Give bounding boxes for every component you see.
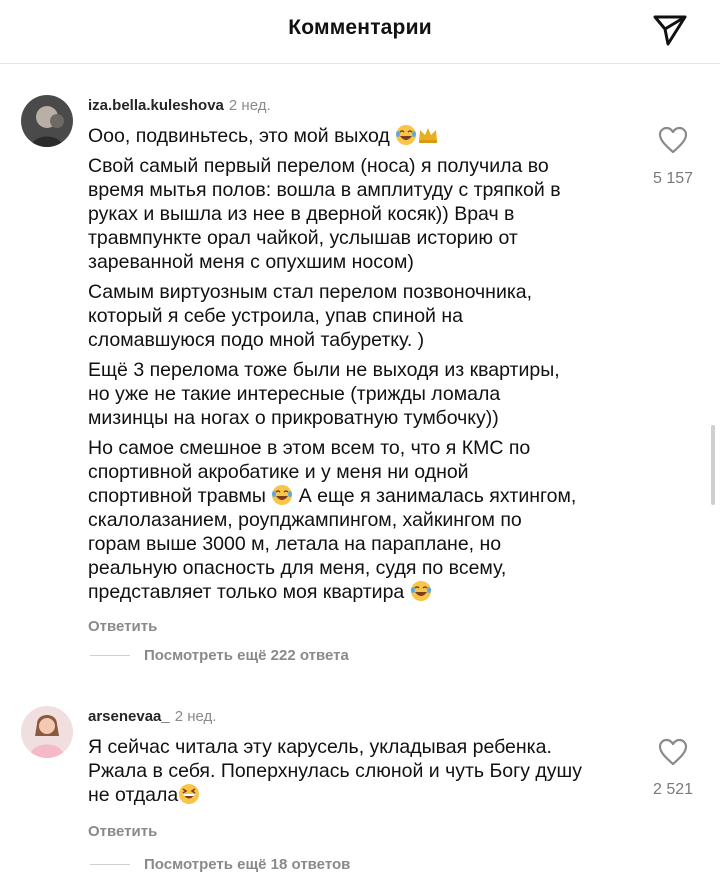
- view-more-replies-label: Посмотреть ещё 222 ответа: [144, 647, 349, 664]
- scrollbar[interactable]: [711, 425, 715, 505]
- comment-time: 2 нед.: [228, 97, 271, 114]
- reply-button[interactable]: Ответить: [88, 618, 633, 635]
- comment-paragraph: Свой самый первый перелом (носа) я получ…: [88, 155, 561, 273]
- comment-paragraph: Я сейчас читала эту карусель, укладывая …: [88, 736, 582, 806]
- view-more-replies-label: Посмотреть ещё 18 ответов: [144, 856, 351, 873]
- comment-paragraph: Ооо, подвиньтесь, это мой выход: [88, 124, 633, 148]
- replies-divider-line: [90, 655, 130, 656]
- comment-paragraph: Но самое смешное в этом всем то, что я К…: [88, 437, 577, 603]
- paper-plane-icon[interactable]: [650, 9, 690, 49]
- comment-meta: arsenevaa_ 2 нед.: [88, 707, 633, 727]
- comment-text: Ооо, подвиньтесь, это мой выход Свой сам…: [88, 124, 633, 604]
- comment-time: 2 нед.: [174, 708, 217, 725]
- view-more-replies-button[interactable]: Посмотреть ещё 18 ответов: [90, 856, 350, 873]
- comment-meta: iza.bella.kuleshova 2 нед.: [88, 96, 633, 116]
- reply-button[interactable]: Ответить: [88, 823, 633, 840]
- crown-emoji: [419, 128, 438, 143]
- avatar[interactable]: [21, 706, 73, 758]
- replies-divider-line: [90, 864, 130, 865]
- page-title: Комментарии: [288, 16, 432, 39]
- grinning-squinting-face-emoji: [179, 784, 200, 804]
- like-count: 5 157: [652, 170, 694, 187]
- username[interactable]: arsenevaa_: [88, 708, 170, 725]
- face-with-tears-of-joy-emoji: [272, 485, 293, 505]
- like-count: 2 521: [652, 781, 694, 798]
- heart-icon[interactable]: [658, 738, 688, 766]
- face-with-tears-of-joy-emoji: [396, 125, 417, 145]
- comment-paragraph: Ещё 3 перелома тоже были не выходя из кв…: [88, 359, 560, 429]
- username[interactable]: iza.bella.kuleshova: [88, 97, 224, 114]
- comment-body: arsenevaa_ 2 нед. Я сейчас читала эту кар…: [88, 707, 633, 840]
- heart-icon[interactable]: [658, 126, 688, 154]
- comment-paragraph: Самым виртуозным стал перелом позвоночни…: [88, 281, 533, 351]
- header-divider: [0, 63, 720, 64]
- view-more-replies-button[interactable]: Посмотреть ещё 222 ответа: [90, 647, 349, 664]
- header: Комментарии: [0, 0, 720, 56]
- comment-body: iza.bella.kuleshova 2 нед. Ооо, подвиньте…: [88, 96, 633, 635]
- avatar[interactable]: [21, 95, 73, 147]
- face-with-tears-of-joy-emoji: [410, 581, 431, 601]
